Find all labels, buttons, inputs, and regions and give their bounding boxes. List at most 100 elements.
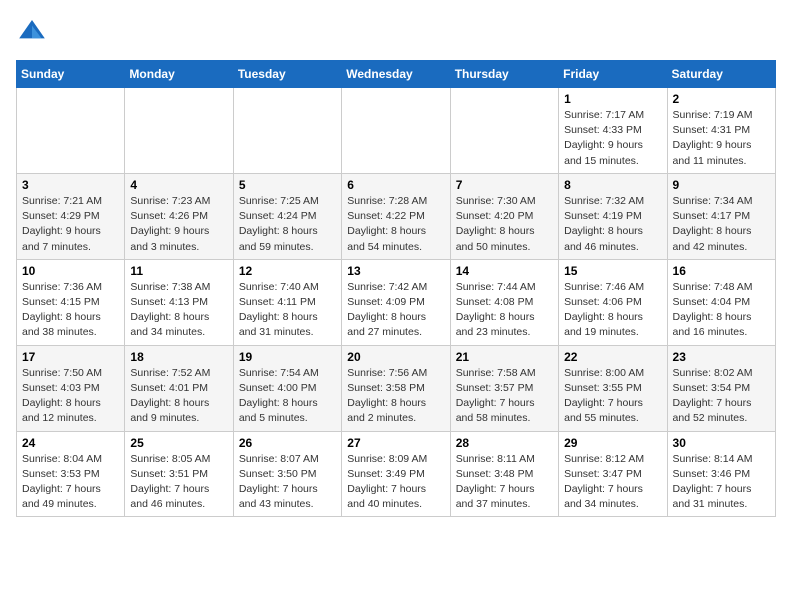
calendar-cell: 14Sunrise: 7:44 AM Sunset: 4:08 PM Dayli… [450, 259, 558, 345]
calendar-cell: 10Sunrise: 7:36 AM Sunset: 4:15 PM Dayli… [17, 259, 125, 345]
day-info: Sunrise: 8:12 AM Sunset: 3:47 PM Dayligh… [564, 452, 661, 513]
day-info: Sunrise: 7:23 AM Sunset: 4:26 PM Dayligh… [130, 194, 227, 255]
calendar-cell: 2 Sunrise: 7:19 AM Sunset: 4:31 PM Daylig… [667, 88, 775, 174]
calendar-cell: 12 Sunrise: 7:40 AM Sunset: 4:11 PM Dayli… [233, 259, 341, 345]
header-day-friday: Friday [559, 61, 667, 88]
day-number: 7 [456, 178, 553, 192]
calendar-week-4: 24 Sunrise: 8:04 AM Sunset: 3:53 PM Dayli… [17, 431, 776, 517]
calendar-cell: 18Sunrise: 7:52 AM Sunset: 4:01 PM Dayli… [125, 345, 233, 431]
calendar-week-0: 1 Sunrise: 7:17 AM Sunset: 4:33 PM Daylig… [17, 88, 776, 174]
day-info: Sunrise: 8:09 AM Sunset: 3:49 PM Dayligh… [347, 452, 444, 513]
calendar-cell: 22 Sunrise: 8:00 AM Sunset: 3:55 PM Dayli… [559, 345, 667, 431]
day-info: Sunrise: 8:02 AM Sunset: 3:54 PM Dayligh… [673, 366, 770, 427]
day-number: 20 [347, 350, 444, 364]
calendar-cell: 11Sunrise: 7:38 AM Sunset: 4:13 PM Dayli… [125, 259, 233, 345]
day-info: Sunrise: 8:04 AM Sunset: 3:53 PM Dayligh… [22, 452, 119, 513]
calendar-cell: 16 Sunrise: 7:48 AM Sunset: 4:04 PM Dayli… [667, 259, 775, 345]
day-number: 16 [673, 264, 770, 278]
day-info: Sunrise: 7:19 AM Sunset: 4:31 PM Dayligh… [673, 108, 770, 169]
header-row: SundayMondayTuesdayWednesdayThursdayFrid… [17, 61, 776, 88]
day-info: Sunrise: 7:25 AM Sunset: 4:24 PM Dayligh… [239, 194, 336, 255]
logo [16, 16, 52, 48]
day-info: Sunrise: 7:17 AM Sunset: 4:33 PM Dayligh… [564, 108, 661, 169]
day-number: 15 [564, 264, 661, 278]
day-info: Sunrise: 8:00 AM Sunset: 3:55 PM Dayligh… [564, 366, 661, 427]
header-day-saturday: Saturday [667, 61, 775, 88]
header-day-tuesday: Tuesday [233, 61, 341, 88]
calendar-cell [342, 88, 450, 174]
page-header [16, 16, 776, 48]
calendar-cell: 4 Sunrise: 7:23 AM Sunset: 4:26 PM Daylig… [125, 173, 233, 259]
day-info: Sunrise: 7:21 AM Sunset: 4:29 PM Dayligh… [22, 194, 119, 255]
calendar-cell: 21 Sunrise: 7:58 AM Sunset: 3:57 PM Dayli… [450, 345, 558, 431]
calendar-cell: 5 Sunrise: 7:25 AM Sunset: 4:24 PM Daylig… [233, 173, 341, 259]
header-day-wednesday: Wednesday [342, 61, 450, 88]
day-number: 9 [673, 178, 770, 192]
day-number: 1 [564, 92, 661, 106]
calendar-cell: 30Sunrise: 8:14 AM Sunset: 3:46 PM Dayli… [667, 431, 775, 517]
day-number: 5 [239, 178, 336, 192]
day-info: Sunrise: 7:40 AM Sunset: 4:11 PM Dayligh… [239, 280, 336, 341]
calendar-cell: 6 Sunrise: 7:28 AM Sunset: 4:22 PM Daylig… [342, 173, 450, 259]
calendar-week-2: 10Sunrise: 7:36 AM Sunset: 4:15 PM Dayli… [17, 259, 776, 345]
logo-icon [16, 16, 48, 48]
calendar-header: SundayMondayTuesdayWednesdayThursdayFrid… [17, 61, 776, 88]
calendar-cell: 7 Sunrise: 7:30 AM Sunset: 4:20 PM Daylig… [450, 173, 558, 259]
day-info: Sunrise: 7:58 AM Sunset: 3:57 PM Dayligh… [456, 366, 553, 427]
calendar-cell: 20Sunrise: 7:56 AM Sunset: 3:58 PM Dayli… [342, 345, 450, 431]
calendar-cell [17, 88, 125, 174]
day-number: 17 [22, 350, 119, 364]
day-number: 29 [564, 436, 661, 450]
day-info: Sunrise: 7:28 AM Sunset: 4:22 PM Dayligh… [347, 194, 444, 255]
day-number: 18 [130, 350, 227, 364]
calendar-table: SundayMondayTuesdayWednesdayThursdayFrid… [16, 60, 776, 517]
day-number: 24 [22, 436, 119, 450]
calendar-week-1: 3 Sunrise: 7:21 AM Sunset: 4:29 PM Daylig… [17, 173, 776, 259]
calendar-cell: 3 Sunrise: 7:21 AM Sunset: 4:29 PM Daylig… [17, 173, 125, 259]
day-number: 8 [564, 178, 661, 192]
calendar-cell: 1 Sunrise: 7:17 AM Sunset: 4:33 PM Daylig… [559, 88, 667, 174]
day-info: Sunrise: 7:30 AM Sunset: 4:20 PM Dayligh… [456, 194, 553, 255]
day-info: Sunrise: 7:46 AM Sunset: 4:06 PM Dayligh… [564, 280, 661, 341]
calendar-cell [450, 88, 558, 174]
day-number: 28 [456, 436, 553, 450]
day-info: Sunrise: 8:11 AM Sunset: 3:48 PM Dayligh… [456, 452, 553, 513]
day-info: Sunrise: 7:42 AM Sunset: 4:09 PM Dayligh… [347, 280, 444, 341]
day-number: 21 [456, 350, 553, 364]
day-info: Sunrise: 7:48 AM Sunset: 4:04 PM Dayligh… [673, 280, 770, 341]
calendar-cell: 19 Sunrise: 7:54 AM Sunset: 4:00 PM Dayli… [233, 345, 341, 431]
calendar-cell [233, 88, 341, 174]
day-info: Sunrise: 7:50 AM Sunset: 4:03 PM Dayligh… [22, 366, 119, 427]
day-info: Sunrise: 7:36 AM Sunset: 4:15 PM Dayligh… [22, 280, 119, 341]
day-number: 30 [673, 436, 770, 450]
day-number: 25 [130, 436, 227, 450]
day-info: Sunrise: 7:34 AM Sunset: 4:17 PM Dayligh… [673, 194, 770, 255]
day-info: Sunrise: 7:32 AM Sunset: 4:19 PM Dayligh… [564, 194, 661, 255]
calendar-cell: 24 Sunrise: 8:04 AM Sunset: 3:53 PM Dayli… [17, 431, 125, 517]
day-info: Sunrise: 7:54 AM Sunset: 4:00 PM Dayligh… [239, 366, 336, 427]
day-number: 3 [22, 178, 119, 192]
day-number: 19 [239, 350, 336, 364]
calendar-cell: 28 Sunrise: 8:11 AM Sunset: 3:48 PM Dayli… [450, 431, 558, 517]
day-number: 12 [239, 264, 336, 278]
day-number: 23 [673, 350, 770, 364]
calendar-cell: 27 Sunrise: 8:09 AM Sunset: 3:49 PM Dayli… [342, 431, 450, 517]
calendar-cell: 29 Sunrise: 8:12 AM Sunset: 3:47 PM Dayli… [559, 431, 667, 517]
day-number: 4 [130, 178, 227, 192]
day-number: 6 [347, 178, 444, 192]
day-number: 27 [347, 436, 444, 450]
day-info: Sunrise: 7:38 AM Sunset: 4:13 PM Dayligh… [130, 280, 227, 341]
calendar-cell [125, 88, 233, 174]
header-day-thursday: Thursday [450, 61, 558, 88]
header-day-sunday: Sunday [17, 61, 125, 88]
calendar-cell: 23 Sunrise: 8:02 AM Sunset: 3:54 PM Dayli… [667, 345, 775, 431]
day-number: 13 [347, 264, 444, 278]
calendar-cell: 8 Sunrise: 7:32 AM Sunset: 4:19 PM Daylig… [559, 173, 667, 259]
calendar-cell: 25Sunrise: 8:05 AM Sunset: 3:51 PM Dayli… [125, 431, 233, 517]
calendar-cell: 15 Sunrise: 7:46 AM Sunset: 4:06 PM Dayli… [559, 259, 667, 345]
calendar-cell: 13 Sunrise: 7:42 AM Sunset: 4:09 PM Dayli… [342, 259, 450, 345]
header-day-monday: Monday [125, 61, 233, 88]
day-number: 2 [673, 92, 770, 106]
day-number: 22 [564, 350, 661, 364]
day-number: 14 [456, 264, 553, 278]
